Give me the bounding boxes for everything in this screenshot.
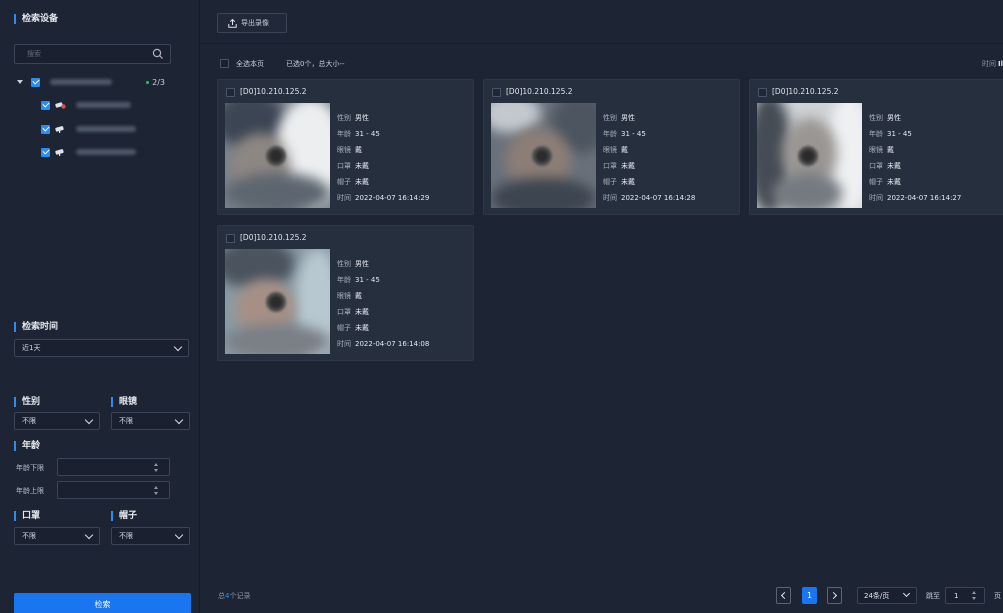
device-tree-item[interactable] [41, 146, 136, 158]
camera-offline-icon [55, 102, 66, 109]
item-checkbox[interactable] [41, 147, 50, 157]
pagination-bar: 总4个记录 1 24条/页 跳至 1 页 [200, 584, 1003, 613]
root-checkbox[interactable] [31, 77, 40, 87]
device-section-title: 检索设备 [14, 14, 58, 24]
export-recording-button[interactable]: 导出录像 [217, 13, 287, 33]
age-max-input[interactable] [57, 481, 170, 499]
select-all-label[interactable]: 全选本页 [236, 59, 264, 69]
time-range-select[interactable]: 近1天 [14, 339, 189, 357]
result-card[interactable]: [D0]10.210.125.2 性别 男性 年龄 31 - 45 眼镜戴 口罩 未戴… [483, 79, 740, 215]
chevron-down-icon [84, 415, 94, 425]
mask-section-title: 口罩 [14, 511, 40, 521]
chevron-left-icon [780, 591, 789, 600]
face-thumbnail[interactable] [225, 249, 330, 354]
face-thumbnail[interactable] [757, 103, 862, 208]
caret-down-icon[interactable] [17, 80, 23, 84]
next-page-button[interactable] [827, 587, 842, 604]
camera-icon [55, 149, 64, 156]
mask-value: 不限 [22, 532, 36, 540]
result-card[interactable]: [D0]10.210.125.2 性别 男性 年龄 31 - 45 眼镜戴 口罩 未戴… [217, 225, 474, 361]
total-records: 总4个记录 [218, 592, 251, 600]
glasses-value: 不限 [119, 417, 133, 425]
export-icon [228, 18, 237, 28]
item-checkbox[interactable] [41, 100, 50, 110]
online-count: 2/3 [146, 78, 165, 87]
mask-select[interactable]: 不限 [14, 527, 100, 545]
spinner-icon[interactable] [154, 463, 159, 472]
channel-name-blurred [76, 126, 136, 132]
prev-page-button[interactable] [776, 587, 791, 604]
result-card[interactable]: [D0]10.210.125.2 性别 男性 年龄 31 - 45 眼镜戴 口罩 未戴… [217, 79, 474, 215]
card-checkbox[interactable] [226, 88, 235, 97]
device-search[interactable] [14, 44, 171, 64]
page-size-select[interactable]: 24条/页 [857, 587, 917, 604]
chevron-down-icon [173, 342, 183, 352]
face-thumbnail[interactable] [491, 103, 596, 208]
card-attributes: 性别 男性 年龄 31 - 45 眼镜戴 口罩 未戴 帽子 未戴 时间 2022-04-0… [337, 260, 430, 348]
chevron-down-icon [174, 530, 184, 540]
card-title: [D0]10.210.125.2 [240, 87, 307, 96]
selected-info: 已选0个，总大小-- [286, 60, 345, 68]
search-button[interactable]: 检索 [14, 593, 191, 613]
gender-select[interactable]: 不限 [14, 412, 100, 430]
age-min-input[interactable] [57, 458, 170, 476]
hat-section-title: 帽子 [111, 511, 137, 521]
card-title: [D0]10.210.125.2 [240, 233, 307, 242]
glasses-section-title: 眼镜 [111, 397, 137, 407]
item-checkbox[interactable] [41, 124, 50, 134]
result-card[interactable]: [D0]10.210.125.2 性别 男性 年龄 31 - 45 眼镜戴 口罩 未戴… [749, 79, 1003, 215]
time-section-title: 检索时间 [14, 322, 58, 332]
age-min-label: 年龄下限 [16, 464, 44, 472]
page-unit-label: 页 [994, 592, 1001, 600]
online-dot-icon [146, 80, 150, 84]
card-checkbox[interactable] [226, 234, 235, 243]
face-thumbnail[interactable] [225, 103, 330, 208]
channel-name-blurred [76, 102, 131, 108]
device-tree-item[interactable] [41, 99, 131, 111]
jump-page-input[interactable]: 1 [945, 587, 985, 604]
device-search-input[interactable] [15, 45, 145, 63]
jump-label: 跳至 [926, 592, 940, 600]
time-sort[interactable]: 时间 Il [982, 59, 1003, 69]
hat-select[interactable]: 不限 [111, 527, 190, 545]
search-icon[interactable] [152, 48, 164, 60]
sort-icon[interactable]: Il [998, 60, 1003, 68]
spinner-icon[interactable] [972, 591, 977, 600]
select-all-checkbox[interactable] [220, 59, 229, 68]
card-checkbox[interactable] [492, 88, 501, 97]
sidebar: 检索设备 2/3 检索时间 近1天 性别 眼镜 不限 不限 年 [0, 0, 200, 613]
card-checkbox[interactable] [758, 88, 767, 97]
results-toolbar: 全选本页 已选0个，总大小-- 时间 Il [200, 56, 1003, 72]
channel-name-blurred [76, 149, 136, 155]
topbar: 导出录像 [200, 0, 1003, 44]
camera-icon [55, 126, 64, 133]
time-range-value: 近1天 [22, 344, 41, 352]
page-number-button[interactable]: 1 [802, 587, 817, 604]
device-tree-item[interactable] [41, 123, 136, 135]
card-title: [D0]10.210.125.2 [772, 87, 839, 96]
device-tree-root[interactable]: 2/3 [17, 76, 187, 88]
export-label: 导出录像 [241, 19, 269, 27]
device-name-blurred [50, 79, 112, 85]
age-section-title: 年龄 [14, 441, 40, 451]
chevron-down-icon [84, 530, 94, 540]
chevron-down-icon [174, 415, 184, 425]
chevron-right-icon [829, 591, 838, 600]
card-attributes: 性别 男性 年龄 31 - 45 眼镜戴 口罩 未戴 帽子 未戴 时间 2022-04-0… [337, 114, 430, 202]
age-max-label: 年龄上限 [16, 487, 44, 495]
gender-value: 不限 [22, 417, 36, 425]
card-attributes: 性别 男性 年龄 31 - 45 眼镜戴 口罩 未戴 帽子 未戴 时间 2022-04-0… [603, 114, 696, 202]
gender-section-title: 性别 [14, 397, 40, 407]
card-title: [D0]10.210.125.2 [506, 87, 573, 96]
hat-value: 不限 [119, 532, 133, 540]
chevron-down-icon [902, 589, 911, 598]
card-attributes: 性别 男性 年龄 31 - 45 眼镜戴 口罩 未戴 帽子 未戴 时间 2022-04-0… [869, 114, 962, 202]
spinner-icon[interactable] [154, 486, 159, 495]
glasses-select[interactable]: 不限 [111, 412, 190, 430]
